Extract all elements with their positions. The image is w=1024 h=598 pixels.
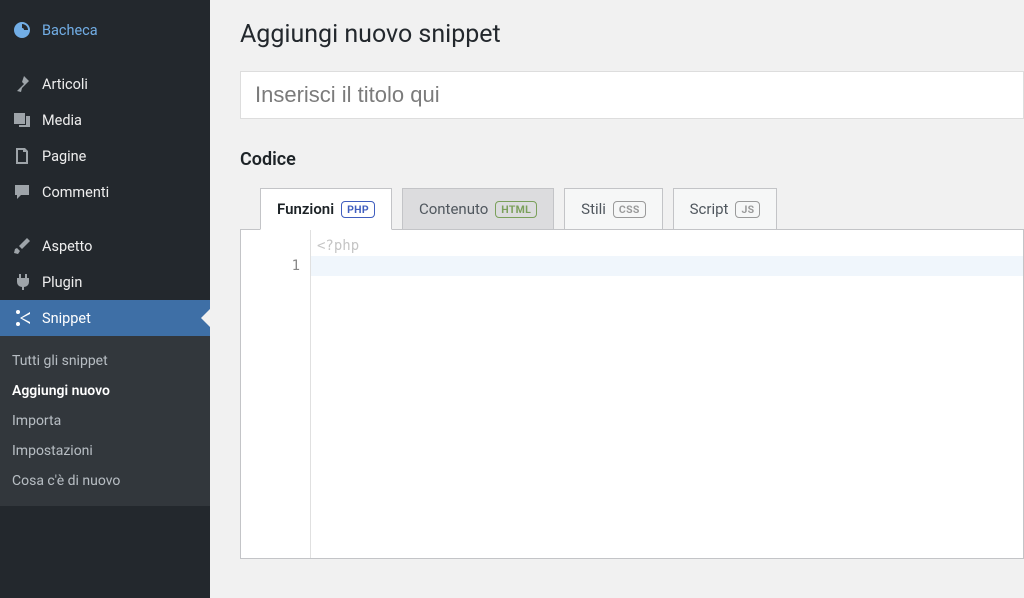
sidebar-submenu: Tutti gli snippet Aggiungi nuovo Importa… — [0, 336, 210, 506]
brush-icon — [12, 236, 32, 256]
js-badge: JS — [735, 201, 760, 218]
sidebar-item-snippets[interactable]: Snippet — [0, 300, 210, 336]
main-content: Aggiungi nuovo snippet Codice Funzioni P… — [210, 0, 1024, 598]
sidebar-item-label: Aspetto — [42, 238, 92, 255]
tab-content[interactable]: Contenuto HTML — [402, 188, 554, 229]
sidebar-item-label: Plugin — [42, 274, 82, 291]
media-icon — [12, 110, 32, 130]
pages-icon — [12, 146, 32, 166]
sidebar-item-label: Articoli — [42, 76, 88, 93]
snippet-title-input[interactable] — [240, 71, 1024, 119]
sidebar-item-label: Bacheca — [42, 22, 98, 39]
sidebar-item-plugins[interactable]: Plugin — [0, 264, 210, 300]
line-number: 1 — [241, 256, 310, 276]
sidebar-item-label: Pagine — [42, 148, 86, 165]
sidebar-item-dashboard[interactable]: Bacheca — [0, 12, 210, 48]
code-area[interactable]: <?php — [311, 230, 1023, 558]
plug-icon — [12, 272, 32, 292]
tab-script[interactable]: Script JS — [673, 188, 778, 229]
sidebar-item-media[interactable]: Media — [0, 102, 210, 138]
sidebar-item-label: Commenti — [42, 184, 109, 201]
php-open-tag-hint: <?php — [311, 236, 1023, 256]
tab-label: Stili — [581, 200, 606, 218]
pin-icon — [12, 74, 32, 94]
code-tabs: Funzioni PHP Contenuto HTML Stili CSS Sc… — [240, 188, 1024, 229]
scissors-icon — [12, 308, 32, 328]
dashboard-icon — [12, 20, 32, 40]
code-editor[interactable]: 1 <?php — [240, 229, 1024, 559]
editor-gutter: 1 — [241, 230, 311, 558]
php-badge: PHP — [341, 201, 375, 218]
menu-separator — [0, 210, 210, 228]
tab-label: Script — [690, 200, 729, 218]
tab-label: Contenuto — [419, 200, 488, 218]
page-title: Aggiungi nuovo snippet — [240, 20, 1024, 49]
submenu-item-all-snippets[interactable]: Tutti gli snippet — [0, 346, 210, 376]
submenu-item-import[interactable]: Importa — [0, 406, 210, 436]
tab-styles[interactable]: Stili CSS — [564, 188, 662, 229]
code-section-label: Codice — [240, 149, 1024, 170]
tab-functions[interactable]: Funzioni PHP — [260, 188, 392, 230]
sidebar-item-appearance[interactable]: Aspetto — [0, 228, 210, 264]
sidebar-item-label: Media — [42, 112, 82, 129]
sidebar-item-pages[interactable]: Pagine — [0, 138, 210, 174]
tab-label: Funzioni — [277, 200, 334, 218]
html-badge: HTML — [495, 201, 537, 218]
active-line[interactable] — [311, 256, 1023, 276]
css-badge: CSS — [613, 201, 646, 218]
submenu-item-whatsnew[interactable]: Cosa c'è di nuovo — [0, 466, 210, 496]
sidebar-item-label: Snippet — [42, 310, 91, 327]
menu-separator — [0, 48, 210, 66]
submenu-item-add-new[interactable]: Aggiungi nuovo — [0, 376, 210, 406]
admin-sidebar: Bacheca Articoli Media Pagine Commenti A… — [0, 0, 210, 598]
sidebar-item-posts[interactable]: Articoli — [0, 66, 210, 102]
comment-icon — [12, 182, 32, 202]
submenu-item-settings[interactable]: Impostazioni — [0, 436, 210, 466]
sidebar-item-comments[interactable]: Commenti — [0, 174, 210, 210]
